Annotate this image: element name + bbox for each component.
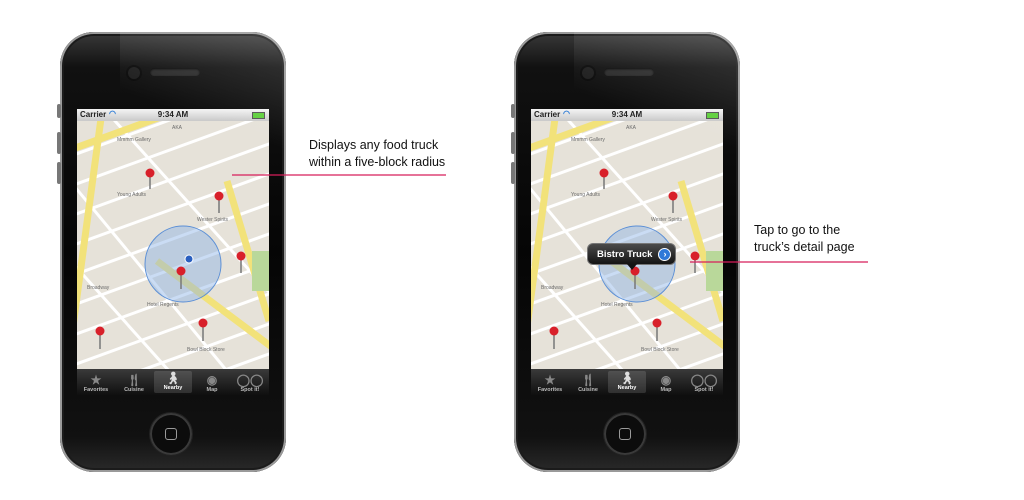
annotation-line: truck’s detail page [754, 240, 855, 254]
annotation-line: Displays any food truck [309, 138, 439, 152]
annotation-tap: Tap to go to the truck’s detail page [754, 222, 855, 256]
annotation-line: within a five-block radius [309, 155, 446, 169]
annotation-radius: Displays any food truck within a five-bl… [309, 137, 445, 171]
leader-lines [232, 174, 868, 263]
annotation-line: Tap to go to the [754, 223, 841, 237]
